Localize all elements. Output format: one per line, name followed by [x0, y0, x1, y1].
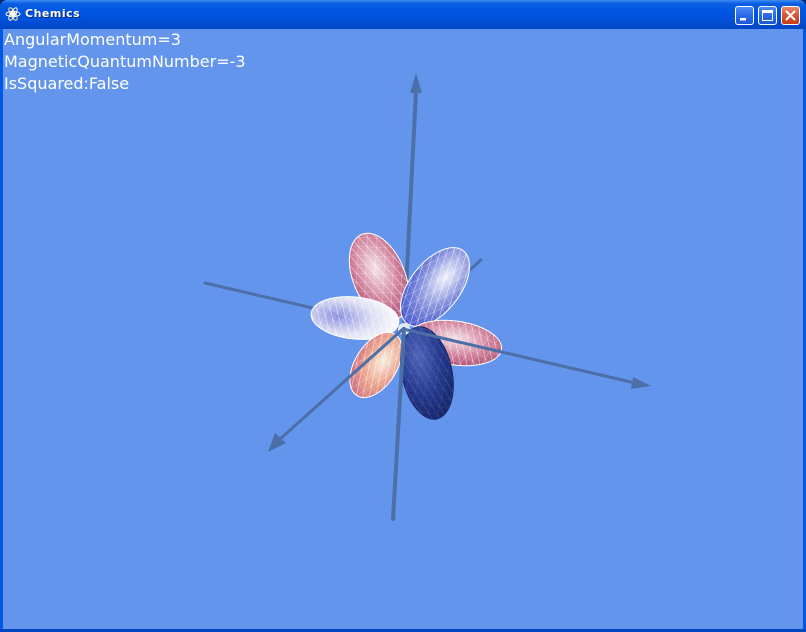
- orbital-scene[interactable]: [3, 29, 803, 629]
- maximize-button[interactable]: [758, 6, 777, 25]
- minimize-icon: [740, 18, 746, 21]
- axis-z-front: [268, 327, 405, 452]
- is-squared-label: IsSquared:False: [4, 74, 130, 93]
- close-button[interactable]: [781, 6, 800, 25]
- maximize-icon: [762, 10, 773, 21]
- axis-y-arrow-icon: [410, 73, 422, 93]
- angular-momentum-label: AngularMomentum=3: [4, 30, 181, 49]
- render-viewport[interactable]: AngularMomentum=3 MagneticQuantumNumber=…: [3, 29, 803, 629]
- title-bar[interactable]: Chemics: [0, 0, 806, 29]
- axis-x-arrow-icon: [631, 377, 651, 389]
- window-title: Chemics: [25, 7, 81, 20]
- magnetic-quantum-number-label: MagneticQuantumNumber=-3: [4, 52, 246, 71]
- application-window: Chemics AngularMomentum=3 MagneticQuantu…: [0, 0, 806, 632]
- close-icon: [785, 10, 796, 21]
- app-icon: [5, 7, 21, 21]
- minimize-button[interactable]: [735, 6, 754, 25]
